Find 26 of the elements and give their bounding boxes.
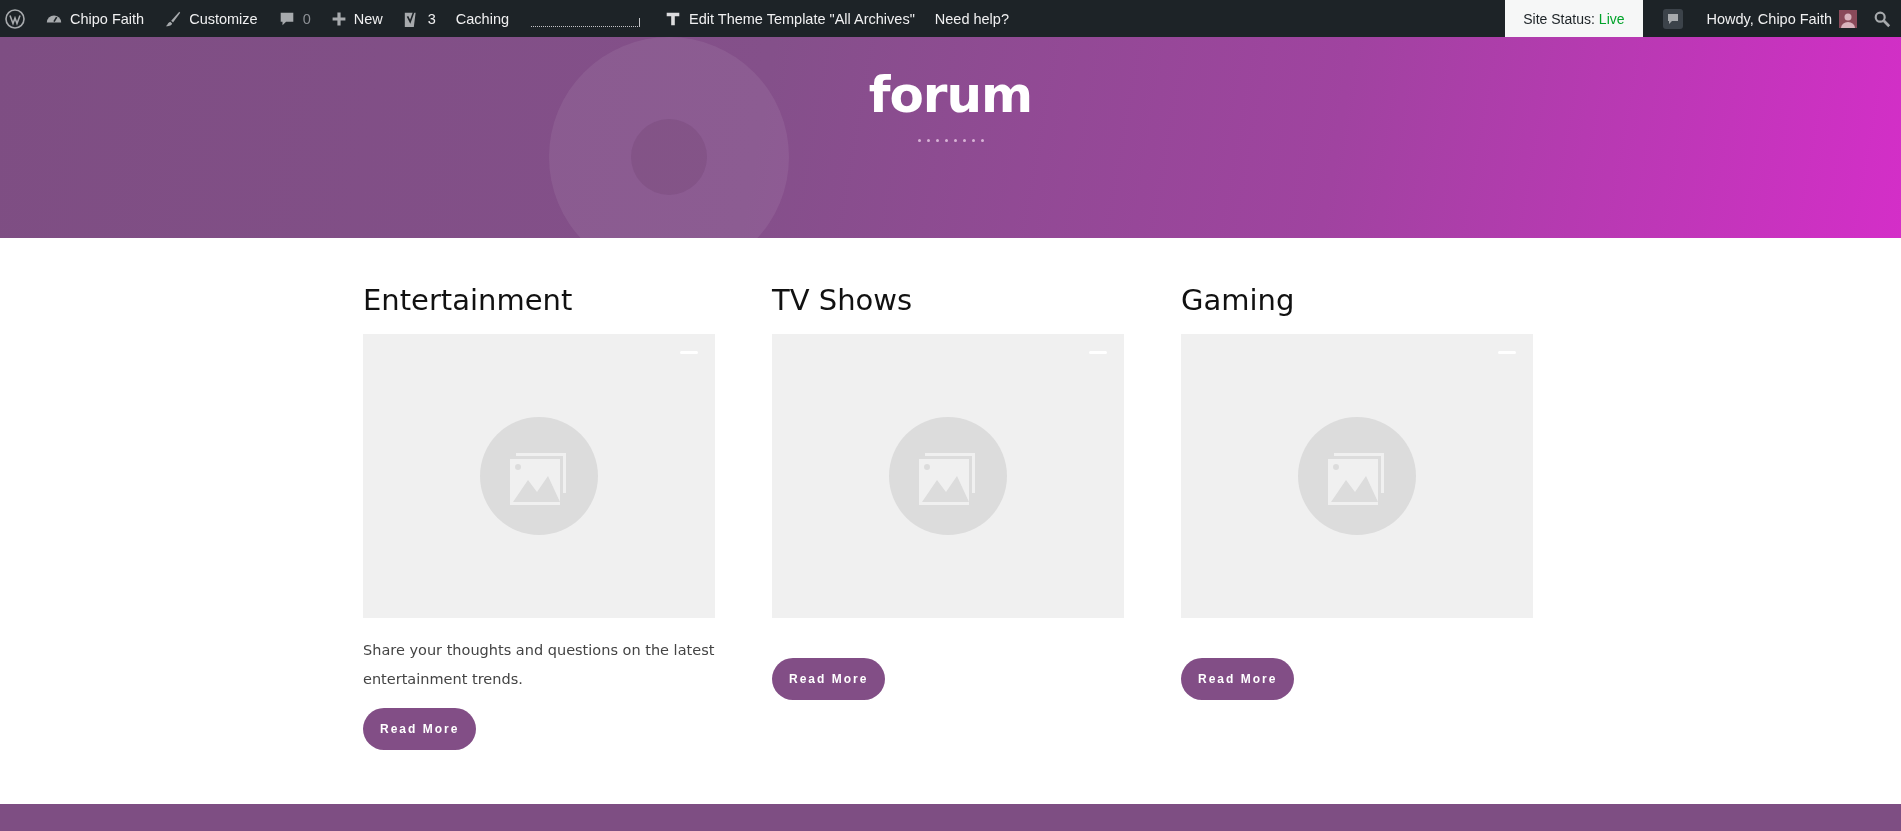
caching-link[interactable]: Caching [445, 10, 520, 27]
read-more-button[interactable]: Read More [363, 708, 477, 750]
site-status-label: Site Status: [1523, 10, 1595, 27]
card-title: Entertainment [363, 282, 573, 319]
site-name-link[interactable]: Chipo Faith [70, 10, 145, 27]
read-more-button[interactable]: Read More [772, 658, 886, 700]
edit-template-link[interactable]: Edit Theme Template "All Archives" [689, 10, 915, 27]
greeting-link[interactable]: Howdy, Chipo Faith [1706, 10, 1832, 27]
new-link[interactable]: New [353, 10, 383, 27]
chat-icon [1662, 8, 1683, 29]
dotted-divider [917, 139, 984, 142]
card-title: Gaming [1181, 282, 1295, 319]
read-more-button[interactable]: Read More [1181, 658, 1295, 700]
help-link[interactable]: Need help? [924, 10, 1019, 27]
page-title: forum [868, 67, 1033, 123]
site-status-value: Live [1598, 10, 1625, 27]
paintbrush-icon [164, 9, 183, 28]
comment-count-link[interactable]: 0 [302, 10, 311, 27]
seo-count-link[interactable]: 3 [427, 10, 436, 27]
plus-icon [330, 10, 347, 27]
site-status-panel[interactable]: Site Status: Live [1505, 0, 1643, 37]
card-description: Share your thoughts and questions on the latest entertainment trends. [363, 641, 715, 689]
search-icon [1873, 9, 1891, 28]
customize-link[interactable]: Customize [189, 10, 258, 27]
card-title: TV Shows [772, 282, 913, 319]
avatar-icon [1839, 9, 1857, 28]
